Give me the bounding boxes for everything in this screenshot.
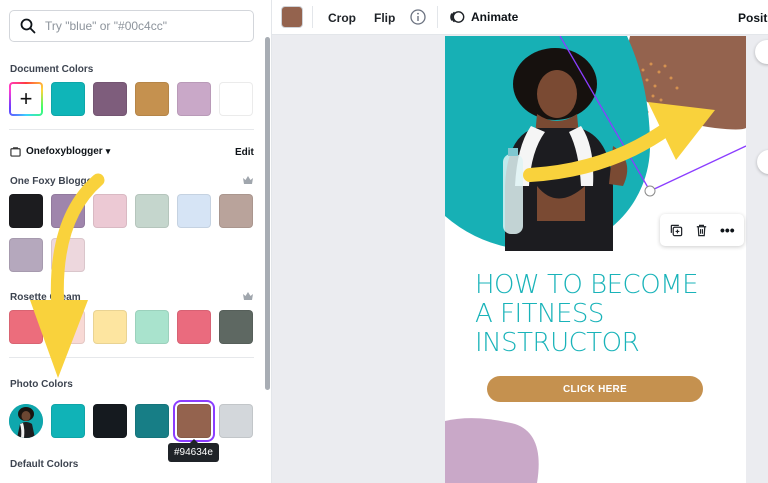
design-page[interactable] xyxy=(445,36,746,483)
animate-label: Animate xyxy=(471,10,519,24)
color-swatch[interactable] xyxy=(177,82,211,116)
trash-icon[interactable] xyxy=(693,221,711,239)
photo-thumbnail[interactable] xyxy=(9,404,43,438)
color-swatch[interactable] xyxy=(51,194,85,228)
color-swatch[interactable] xyxy=(93,404,127,438)
crown-icon xyxy=(243,292,253,300)
divider xyxy=(9,357,254,358)
color-swatch[interactable] xyxy=(135,82,169,116)
color-swatch[interactable] xyxy=(177,310,211,344)
palette-one-foxy-blogger-heading: One Foxy Blogger xyxy=(10,176,97,187)
color-swatch[interactable] xyxy=(135,310,169,344)
divider xyxy=(312,6,313,28)
woman-photo-image xyxy=(9,404,43,438)
color-hex-tooltip: #94634e xyxy=(168,439,219,462)
color-swatch[interactable] xyxy=(51,404,85,438)
color-search-box[interactable] xyxy=(9,10,254,42)
design-title[interactable]: HOW TO BECOME A FITNESS INSTRUCTOR xyxy=(475,271,745,358)
click-here-button[interactable]: CLICK HERE xyxy=(487,376,703,402)
chevron-down-icon: ▾ xyxy=(105,146,111,156)
color-swatch[interactable] xyxy=(93,194,127,228)
more-icon[interactable]: ••• xyxy=(718,221,736,239)
color-swatch[interactable] xyxy=(219,404,253,438)
design-title-line: HOW TO BECOME xyxy=(475,270,699,300)
color-swatch[interactable] xyxy=(51,238,85,272)
duplicate-icon[interactable] xyxy=(668,221,686,239)
search-icon xyxy=(20,18,36,34)
color-swatch[interactable] xyxy=(93,310,127,344)
brand-kit-name: Onefoxyblogger xyxy=(26,146,103,157)
info-icon[interactable] xyxy=(410,9,426,25)
color-swatch[interactable] xyxy=(219,82,253,116)
color-swatch[interactable] xyxy=(135,404,169,438)
divider xyxy=(437,6,438,28)
color-swatch[interactable] xyxy=(9,194,43,228)
element-floating-toolbar: ••• xyxy=(660,214,744,246)
position-button[interactable]: Positi xyxy=(738,11,768,25)
crop-button[interactable]: Crop xyxy=(328,11,356,25)
palette-rosette-cream-heading: Rosette Cream xyxy=(10,292,81,303)
color-swatch[interactable] xyxy=(219,194,253,228)
color-swatch[interactable] xyxy=(135,194,169,228)
text-color-button[interactable] xyxy=(281,6,303,28)
design-title-line: INSTRUCTOR xyxy=(475,328,640,358)
flip-button[interactable]: Flip xyxy=(374,11,395,25)
color-swatch[interactable] xyxy=(51,82,85,116)
design-title-line: A FITNESS xyxy=(475,299,604,329)
color-swatch[interactable] xyxy=(177,194,211,228)
animate-button[interactable]: Animate xyxy=(449,9,518,25)
default-colors-heading: Default Colors xyxy=(10,459,79,470)
divider xyxy=(9,129,254,130)
color-swatch[interactable] xyxy=(9,310,43,344)
brand-kit-selector[interactable]: Onefoxyblogger ▾ xyxy=(10,146,110,157)
color-swatch[interactable] xyxy=(9,238,43,272)
photo-colors-heading: Photo Colors xyxy=(10,379,73,390)
design-graphics xyxy=(445,36,746,483)
add-color-button[interactable]: + xyxy=(9,82,43,116)
color-swatch[interactable] xyxy=(177,404,211,438)
color-panel: Document Colors + Onefoxyblogger ▾ Edit … xyxy=(0,0,272,483)
crown-icon xyxy=(243,176,253,184)
edit-brand-kit-link[interactable]: Edit xyxy=(235,147,254,158)
animate-icon xyxy=(450,11,465,23)
color-swatch[interactable] xyxy=(93,82,127,116)
add-color-icon: + xyxy=(19,86,33,111)
brand-kit-icon xyxy=(10,147,21,157)
panel-scrollbar[interactable] xyxy=(265,37,270,390)
color-swatch[interactable] xyxy=(219,310,253,344)
document-colors-heading: Document Colors xyxy=(10,64,94,75)
color-search-input[interactable] xyxy=(45,19,235,33)
color-swatch[interactable] xyxy=(51,310,85,344)
